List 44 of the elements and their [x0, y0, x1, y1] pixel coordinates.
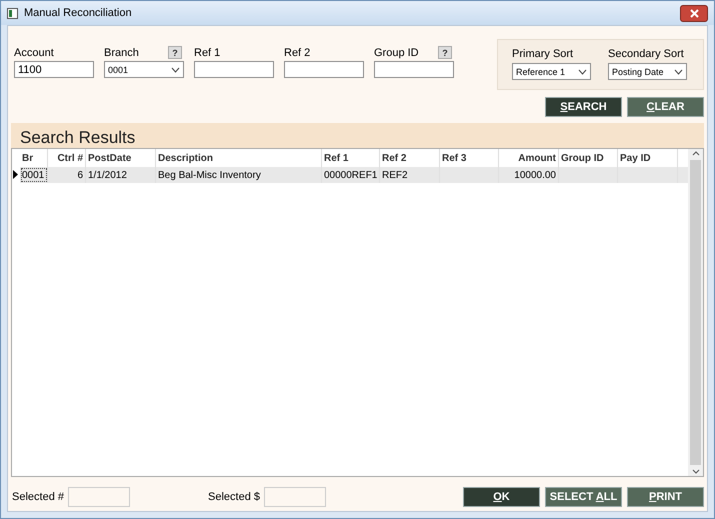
close-icon [690, 8, 698, 18]
clear-button[interactable]: CLEAR [627, 97, 704, 117]
field-label: Group ID [374, 47, 419, 59]
help-button[interactable]: ? [438, 46, 452, 59]
input-field[interactable] [68, 487, 130, 507]
table-cell: 00000REF1 [322, 167, 380, 183]
table-cell: Beg Bal-Misc Inventory [156, 167, 322, 183]
row-pointer-icon [13, 170, 18, 179]
close-button[interactable] [680, 4, 708, 22]
input-field[interactable] [374, 61, 454, 78]
print-button[interactable]: PRINT [627, 487, 704, 507]
scroll-down-icon[interactable] [692, 469, 700, 474]
scroll-up-icon[interactable] [692, 151, 700, 156]
field-label: Selected $ [208, 491, 260, 503]
table-cell: 6 [48, 167, 86, 183]
chevron-icon [171, 66, 180, 72]
input-field[interactable]: 1100 [14, 61, 94, 78]
chevron-icon [578, 68, 587, 74]
table-cell: 10000.00 [499, 167, 559, 183]
branch-dropdown[interactable]: 0001 [104, 61, 184, 78]
field-label: Selected # [12, 491, 64, 503]
section-title: Search Results [20, 128, 136, 148]
sort-label: Secondary Sort [608, 48, 685, 60]
ok-button[interactable]: OK [463, 487, 540, 507]
field-label: Ref 1 [194, 47, 220, 59]
window-title: Manual Reconciliation [24, 7, 133, 19]
table-cell: 1/1/2012 [86, 167, 156, 183]
sort-label: Primary Sort [512, 48, 574, 60]
search-button[interactable]: SEARCH [545, 97, 622, 117]
table-cell: 0001 [20, 167, 48, 183]
scrollbar[interactable] [688, 149, 703, 476]
field-label: Branch [104, 47, 139, 59]
field-label: Account [14, 47, 54, 59]
table-cell: REF2 [380, 167, 440, 183]
sort-dropdown[interactable]: Posting Date [608, 63, 687, 80]
select-all-button[interactable]: SELECT ALL [545, 487, 622, 507]
field-label: Ref 2 [284, 47, 310, 59]
sort-dropdown[interactable]: Reference 1 [512, 63, 591, 80]
app-icon [7, 8, 18, 18]
help-button[interactable]: ? [168, 46, 182, 59]
chevron-icon [674, 68, 683, 74]
input-field[interactable] [264, 487, 326, 507]
input-field[interactable] [194, 61, 274, 78]
input-field[interactable] [284, 61, 364, 78]
